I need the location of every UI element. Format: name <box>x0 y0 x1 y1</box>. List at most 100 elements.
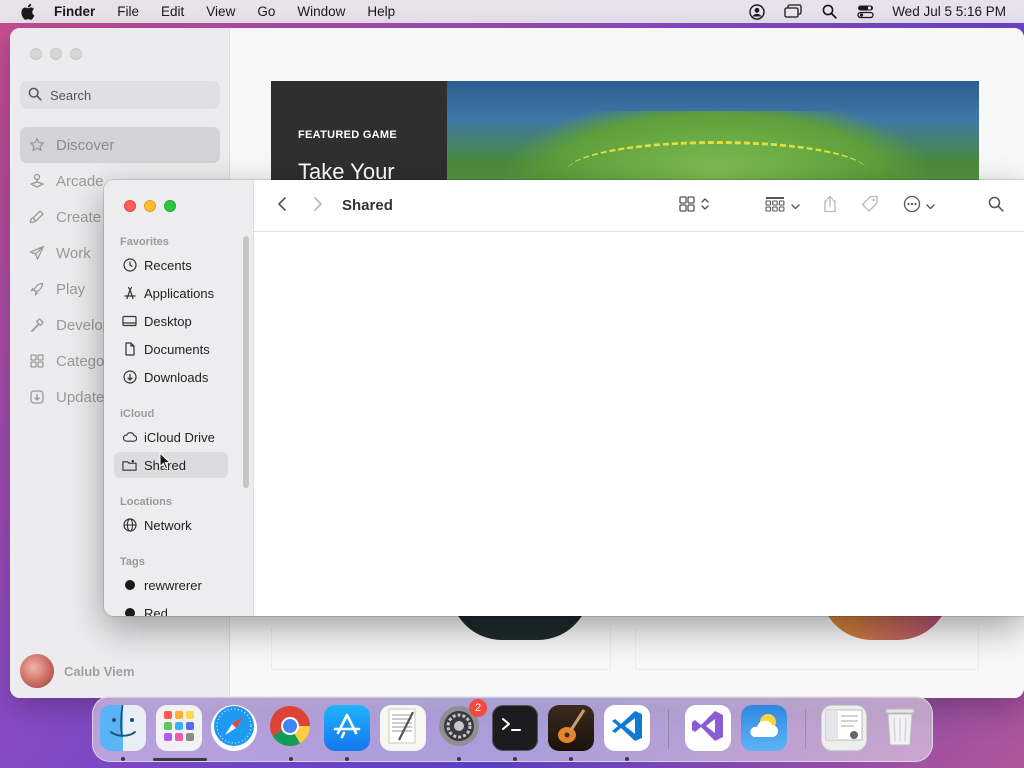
tag-color-dot <box>125 580 135 590</box>
sidebar-item-label: Downloads <box>144 369 209 385</box>
menu-window[interactable]: Window <box>297 4 345 19</box>
chevron-down-icon <box>790 197 800 215</box>
nav-item-discover[interactable]: Discover <box>20 127 220 163</box>
sidebar-item-documents[interactable]: Documents <box>114 336 228 362</box>
app-store-window-controls <box>30 48 82 60</box>
mouse-pointer-icon <box>159 451 172 475</box>
user-account-icon[interactable] <box>748 3 766 21</box>
app-card[interactable] <box>635 628 979 670</box>
dock-app-garageband[interactable] <box>548 705 594 751</box>
document-icon <box>122 342 137 357</box>
sidebar-item-shared[interactable]: Shared <box>114 452 228 478</box>
sidebar-item-icloud-drive[interactable]: iCloud Drive <box>114 424 228 450</box>
action-menu-button[interactable] <box>900 194 938 218</box>
search-placeholder: Search <box>50 87 92 103</box>
clock-icon <box>122 258 137 273</box>
nav-label: Develop <box>56 316 112 334</box>
sidebar-item-label: Desktop <box>144 313 192 329</box>
zoom-button[interactable] <box>164 200 176 212</box>
section-icloud: iCloud <box>120 408 155 420</box>
grid-icon <box>28 352 46 370</box>
app-store-search-field[interactable]: Search <box>20 81 220 109</box>
dock-app-trash[interactable] <box>877 705 923 751</box>
minimize-button[interactable] <box>144 200 156 212</box>
dock: 2 <box>92 696 933 762</box>
menu-go[interactable]: Go <box>257 4 275 19</box>
running-indicator <box>625 757 629 761</box>
dock-app-terminal[interactable] <box>492 705 538 751</box>
close-button[interactable] <box>30 48 42 60</box>
visual-studio-icon <box>690 708 726 749</box>
dock-separator <box>805 709 806 749</box>
spotlight-search-icon[interactable] <box>820 3 838 21</box>
safari-icon <box>212 705 256 751</box>
desktop-icon <box>122 314 137 329</box>
search-icon <box>28 87 42 104</box>
shared-folder-icon <box>122 458 137 473</box>
sidebar-item-recents[interactable]: Recents <box>114 252 228 278</box>
section-locations: Locations <box>120 496 172 508</box>
dock-app-textedit[interactable] <box>380 705 426 751</box>
sidebar-item-label: iCloud Drive <box>144 429 215 445</box>
dock-app-visual-studio-code[interactable] <box>604 705 650 751</box>
launchpad-active-indicator <box>153 758 207 761</box>
close-button[interactable] <box>124 200 136 212</box>
screen-mirroring-icon[interactable] <box>784 3 802 21</box>
sidebar-item-tag-rewwrerer[interactable]: rewwrerer <box>114 572 228 598</box>
menu-help[interactable]: Help <box>367 4 395 19</box>
zoom-button[interactable] <box>70 48 82 60</box>
group-grid-icon <box>764 196 785 217</box>
back-button[interactable] <box>272 194 292 218</box>
dock-app-launchpad[interactable] <box>156 705 202 751</box>
share-button[interactable] <box>820 194 840 218</box>
menu-view[interactable]: View <box>206 4 235 19</box>
running-indicator <box>345 757 349 761</box>
dock-app-visual-studio[interactable] <box>685 705 731 751</box>
section-tags: Tags <box>120 556 145 568</box>
search-button[interactable] <box>986 194 1006 218</box>
dock-app-finder[interactable] <box>100 705 146 751</box>
sidebar-item-desktop[interactable]: Desktop <box>114 308 228 334</box>
dock-app-screenshot-thumbnail[interactable] <box>821 705 867 751</box>
minimize-button[interactable] <box>50 48 62 60</box>
forward-button[interactable] <box>308 194 328 218</box>
account-button[interactable]: Calub Viem <box>20 654 135 688</box>
menu-edit[interactable]: Edit <box>161 4 184 19</box>
tag-color-dot <box>125 608 135 616</box>
sidebar-item-label: Applications <box>144 285 215 301</box>
sidebar-item-label: Red <box>144 605 168 617</box>
dock-app-weather[interactable] <box>741 705 787 751</box>
dock-app-app-store[interactable] <box>324 705 370 751</box>
sidebar-item-applications[interactable]: Applications <box>114 280 228 306</box>
apple-menu-icon[interactable] <box>18 3 36 21</box>
control-center-icon[interactable] <box>856 3 874 21</box>
sidebar-item-label: rewwrerer <box>144 577 202 593</box>
view-mode-button[interactable] <box>674 194 714 218</box>
chevron-right-icon <box>313 196 323 217</box>
dock-app-safari[interactable] <box>211 705 257 751</box>
paper-plane-icon <box>28 244 46 262</box>
tag-icon <box>861 195 879 218</box>
user-name: Calub Viem <box>64 663 135 679</box>
chevron-up-down-icon <box>701 197 709 216</box>
vscode-icon <box>609 708 645 749</box>
nav-label: Discover <box>56 136 115 154</box>
dock-app-chrome[interactable] <box>267 705 313 751</box>
app-store-icon <box>332 711 362 746</box>
menu-app-name[interactable]: Finder <box>54 4 95 19</box>
guitar-icon <box>554 706 588 751</box>
sidebar-scrollbar[interactable] <box>243 236 249 488</box>
finder-window-title: Shared <box>342 197 393 214</box>
sidebar-item-tag-red[interactable]: Red <box>114 600 228 616</box>
tags-button[interactable] <box>859 194 881 218</box>
finder-file-area[interactable] <box>254 233 1024 616</box>
menu-bar-clock[interactable]: Wed Jul 5 5:16 PM <box>892 4 1006 19</box>
sidebar-item-downloads[interactable]: Downloads <box>114 364 228 390</box>
terminal-icon <box>500 715 530 742</box>
sidebar-item-network[interactable]: Network <box>114 512 228 538</box>
trash-icon <box>883 705 917 751</box>
menu-file[interactable]: File <box>117 4 139 19</box>
group-button[interactable] <box>762 194 802 218</box>
download-icon <box>28 388 46 406</box>
brush-icon <box>28 208 46 226</box>
